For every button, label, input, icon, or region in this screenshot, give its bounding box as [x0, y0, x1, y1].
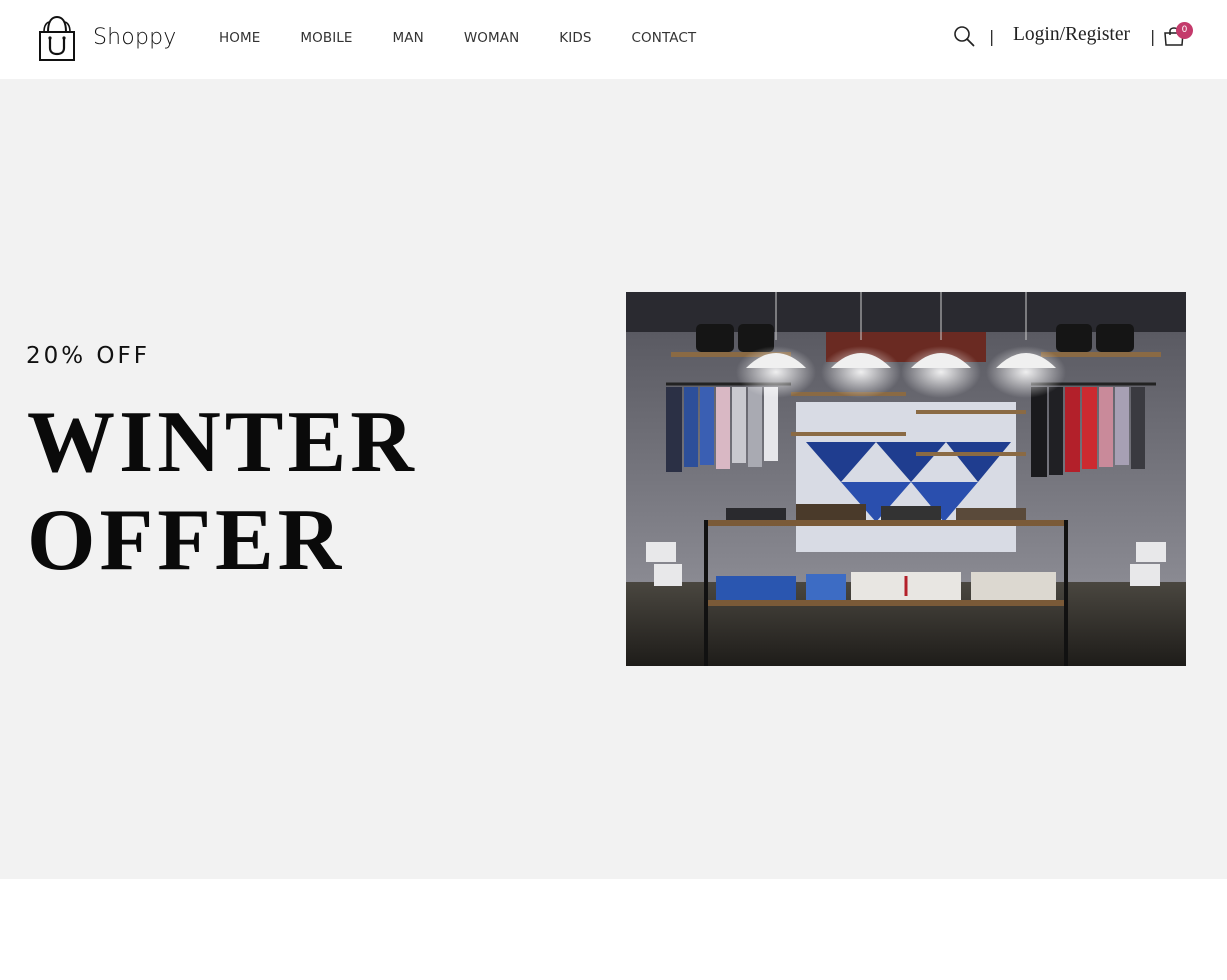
nav-mobile[interactable]: MOBILE: [300, 30, 352, 46]
store-interior-image: [626, 292, 1186, 666]
hero-banner: 20% OFF WINTER OFFER: [0, 79, 1227, 879]
separator: |: [1150, 27, 1156, 46]
brand-name[interactable]: Shoppy: [93, 25, 177, 50]
page-below-fold: [0, 879, 1227, 980]
separator: |: [989, 27, 995, 46]
cart-count-badge: 0: [1176, 22, 1193, 39]
shopping-bag-icon: [39, 15, 75, 61]
nav-woman[interactable]: WOMAN: [464, 30, 519, 46]
nav-contact[interactable]: CONTACT: [632, 30, 697, 46]
nav-man[interactable]: MAN: [393, 30, 424, 46]
nav-home[interactable]: HOME: [219, 30, 260, 46]
hero-title: WINTER OFFER: [27, 394, 418, 590]
search-icon[interactable]: [953, 25, 975, 47]
login-register-link[interactable]: Login/Register: [1013, 24, 1130, 46]
cart-button[interactable]: 0: [1164, 22, 1193, 49]
nav-kids[interactable]: KIDS: [559, 30, 591, 46]
site-header: Shoppy HOME MOBILE MAN WOMAN KIDS CONTAC…: [0, 0, 1227, 79]
header-tools: | Login/Register | 0: [947, 22, 1227, 54]
offer-label: 20% OFF: [26, 343, 150, 369]
brand-logo[interactable]: Shoppy: [37, 15, 176, 62]
main-nav: HOME MOBILE MAN WOMAN KIDS CONTACT: [219, 30, 696, 46]
hero-title-line-1: WINTER: [27, 394, 418, 491]
store-photo-illustration: [626, 292, 1186, 666]
hero-title-line-2: OFFER: [27, 492, 346, 589]
